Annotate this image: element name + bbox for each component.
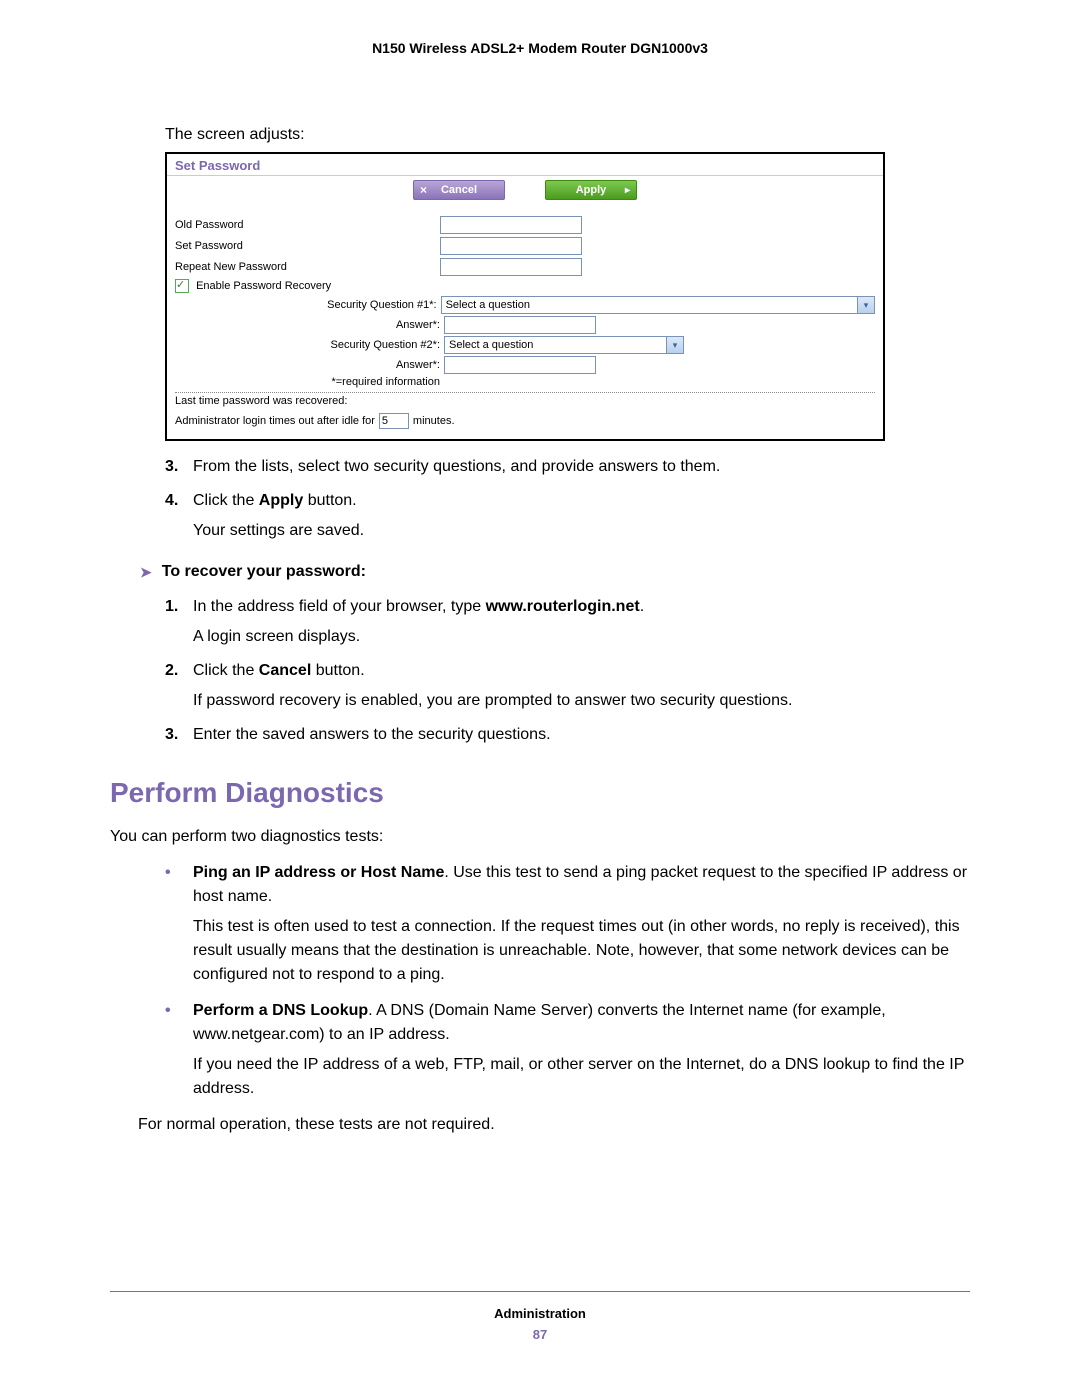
panel-title: Set Password — [167, 154, 883, 176]
step-text: Enter the saved answers to the security … — [193, 723, 970, 747]
apply-button[interactable]: Apply — [545, 180, 637, 200]
set-password-label: Set Password — [175, 240, 440, 252]
last-recovered-label: Last time password was recovered: — [175, 395, 875, 407]
answer2-input[interactable] — [444, 356, 596, 374]
section-heading: Perform Diagnostics — [110, 777, 970, 809]
timeout-label-pre: Administrator login times out after idle… — [175, 415, 375, 427]
footer-page-number: 87 — [110, 1327, 970, 1342]
enable-recovery-label: Enable Password Recovery — [196, 280, 331, 292]
bullet-icon: • — [165, 861, 193, 987]
required-info-label: *=required information — [175, 376, 444, 388]
step-text: Click the Cancel button. If password rec… — [193, 659, 970, 713]
bullet-text: Perform a DNS Lookup. A DNS (Domain Name… — [193, 999, 970, 1101]
footer-rule — [110, 1291, 970, 1292]
section-intro: You can perform two diagnostics tests: — [110, 825, 970, 849]
enable-recovery-checkbox[interactable] — [175, 279, 189, 293]
bullet-icon: • — [165, 999, 193, 1101]
timeout-label-post: minutes. — [413, 415, 455, 427]
step-text: In the address field of your browser, ty… — [193, 595, 970, 649]
repeat-password-label: Repeat New Password — [175, 261, 440, 273]
procedure-heading: ➤ To recover your password: — [140, 563, 970, 581]
answer1-label: Answer*: — [175, 319, 444, 331]
bullet-text: Ping an IP address or Host Name. Use thi… — [193, 861, 970, 987]
step-text: From the lists, select two security ques… — [193, 455, 970, 479]
doc-header: N150 Wireless ADSL2+ Modem Router DGN100… — [110, 40, 970, 56]
cancel-button[interactable]: Cancel — [413, 180, 505, 200]
set-password-screenshot: Set Password Cancel Apply Old Password S… — [165, 152, 885, 441]
diagnostics-list: • Ping an IP address or Host Name. Use t… — [165, 861, 970, 1101]
steps-list-1: 3. From the lists, select two security q… — [165, 455, 970, 543]
set-password-input[interactable] — [440, 237, 582, 255]
sq2-label: Security Question #2*: — [175, 339, 444, 351]
timeout-input[interactable]: 5 — [379, 413, 409, 429]
triangle-right-icon: ➤ — [140, 564, 152, 581]
steps-list-2: 1. In the address field of your browser,… — [165, 595, 970, 747]
intro-text: The screen adjusts: — [165, 126, 970, 144]
sq2-select[interactable]: Select a question ▾ — [444, 336, 684, 354]
answer2-label: Answer*: — [175, 359, 444, 371]
repeat-password-input[interactable] — [440, 258, 582, 276]
answer1-input[interactable] — [444, 316, 596, 334]
old-password-input[interactable] — [440, 216, 582, 234]
step-text: Click the Apply button. Your settings ar… — [193, 489, 970, 543]
chevron-down-icon: ▾ — [857, 297, 874, 313]
sq1-select[interactable]: Select a question ▾ — [441, 296, 875, 314]
sq1-label: Security Question #1*: — [175, 299, 441, 311]
footer-section: Administration — [110, 1306, 970, 1321]
chevron-down-icon: ▾ — [666, 337, 683, 353]
section-outro: For normal operation, these tests are no… — [138, 1113, 970, 1137]
old-password-label: Old Password — [175, 219, 440, 231]
